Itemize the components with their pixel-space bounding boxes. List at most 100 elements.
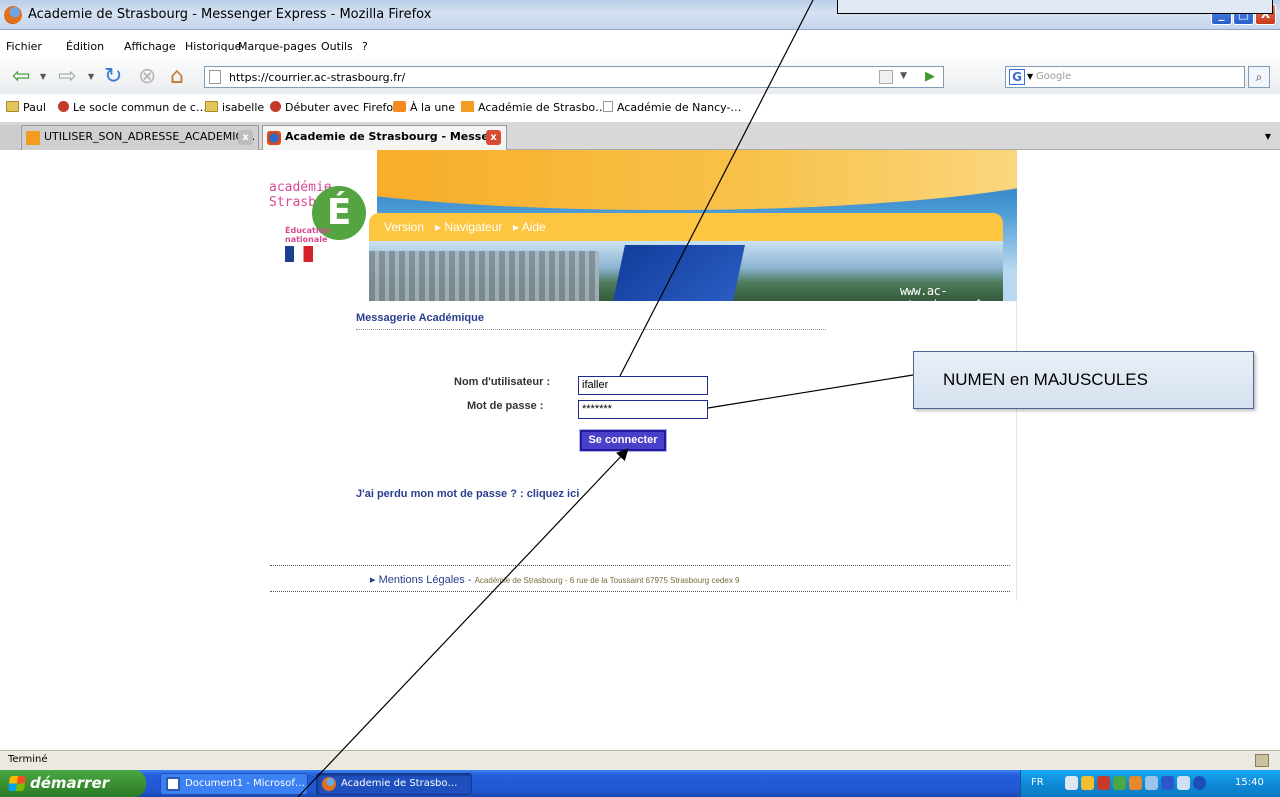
eu-flag — [613, 245, 745, 301]
tab-close-icon[interactable]: x — [486, 130, 501, 145]
tab-scroll-left — [0, 125, 20, 150]
parliament-building — [369, 251, 599, 301]
tab-label: Academie de Strasbourg - Messe… — [285, 130, 500, 143]
folder-icon — [205, 101, 218, 112]
site-identity-icon[interactable] — [879, 70, 893, 84]
page-content: académie Strasbourg É Éducation national… — [0, 150, 1280, 750]
annotation-callout-top — [837, 0, 1273, 14]
education-nationale-label: Éducation nationale — [285, 226, 330, 244]
tab-list-dropdown-icon[interactable]: ▼ — [1258, 126, 1278, 148]
stop-icon[interactable]: ⊗ — [138, 64, 156, 90]
tab-academie-messenger[interactable]: Academie de Strasbourg - Messe… x — [262, 125, 507, 150]
academie-banner: académie Strasbourg É Éducation national… — [267, 150, 1017, 301]
banner-site-url: www.ac-strasbourg.fr — [900, 284, 988, 301]
login-button[interactable]: Se connecter — [579, 429, 667, 452]
bookmarks-toolbar: Paul Le socle commun de c… isabelle Débu… — [0, 97, 1280, 121]
tray-info-icon[interactable] — [1193, 776, 1206, 790]
firefox-icon — [322, 777, 336, 791]
status-security-icon — [1255, 754, 1269, 767]
annotation-numen-text: NUMEN en MAJUSCULES — [943, 370, 1148, 389]
socle-icon — [58, 101, 69, 112]
tab-label: UTILISER_SON_ADRESSE_ACADEMIQ… — [44, 130, 256, 143]
footer-divider — [270, 565, 1010, 566]
tray-hardware-icon[interactable] — [1145, 776, 1158, 790]
back-history-dropdown-icon[interactable]: ▼ — [40, 72, 46, 81]
language-indicator[interactable]: FR — [1031, 777, 1044, 788]
menu-edition[interactable]: Édition — [66, 40, 104, 53]
banner-link-navigateur[interactable]: ▸ Navigateur — [435, 220, 502, 234]
tray-monitor-icon[interactable] — [1161, 776, 1174, 790]
username-field[interactable]: ifaller — [578, 376, 708, 395]
tray-update-icon[interactable] — [1129, 776, 1142, 790]
title-divider — [356, 329, 826, 330]
login-panel: Messagerie Académique Nom d'utilisateur … — [267, 301, 1017, 601]
search-placeholder: Google — [1036, 71, 1072, 82]
menu-fichier[interactable]: Fichier — [6, 40, 42, 53]
mentions-legales-link[interactable]: ▸ Mentions Légales — [370, 574, 465, 586]
tray-users-icon[interactable] — [1097, 776, 1110, 790]
banner-sunset-arc — [267, 150, 1017, 210]
status-bar: Terminé — [0, 750, 1280, 770]
republique-francaise-logo — [285, 246, 313, 262]
academie-icon — [461, 101, 474, 112]
menu-outils[interactable]: Outils — [321, 40, 353, 53]
start-button[interactable]: démarrer — [0, 770, 146, 797]
search-magnifier-icon[interactable]: ⌕ — [1248, 66, 1270, 88]
bookmark-academie-nancy[interactable]: Académie de Nancy-… — [603, 101, 741, 114]
system-tray: FR 15:40 — [1020, 770, 1280, 797]
page-title: Messagerie Académique — [356, 312, 484, 324]
menu-affichage[interactable]: Affichage — [124, 40, 176, 53]
status-text: Terminé — [8, 754, 48, 765]
rss-icon — [393, 101, 406, 112]
annotation-numen-callout: NUMEN en MAJUSCULES — [913, 351, 1254, 409]
password-label: Mot de passe : — [467, 400, 544, 412]
taskbar-item-word[interactable]: Document1 - Microsof… — [160, 773, 308, 795]
go-arrow-icon[interactable]: ▶ — [925, 69, 935, 84]
home-icon[interactable]: ⌂ — [170, 64, 184, 90]
menu-historique[interactable]: Historique — [185, 40, 241, 53]
forward-arrow-icon[interactable]: ⇨ — [58, 64, 76, 90]
tray-shield-icon[interactable] — [1081, 776, 1094, 790]
menu-marque-pages[interactable]: Marque-pages — [238, 40, 316, 53]
menu-help[interactable]: ? — [362, 40, 368, 53]
password-field[interactable]: ******* — [578, 400, 708, 419]
bookmark-isabelle[interactable]: isabelle — [205, 101, 264, 114]
url-bar[interactable]: https://courrier.ac-strasbourg.fr/ ▼ ▶ — [204, 66, 944, 88]
tray-arrow-icon[interactable] — [1065, 776, 1078, 790]
tray-display-icon[interactable] — [1177, 776, 1190, 790]
tab-close-icon[interactable]: x — [238, 130, 253, 145]
bookmark-debuter-firefox[interactable]: Débuter avec Firefox — [270, 101, 399, 114]
firefox-icon — [4, 6, 22, 24]
windows-logo-icon — [7, 776, 27, 791]
bookmark-a-la-une[interactable]: À la une — [393, 101, 455, 114]
page-footer: ▸ Mentions Légales - Académie de Strasbo… — [370, 574, 740, 586]
page-icon — [603, 101, 613, 112]
tab-strip: UTILISER_SON_ADRESSE_ACADEMIQ… x Academi… — [0, 122, 1280, 150]
username-label: Nom d'utilisateur : — [454, 376, 551, 388]
page-icon — [209, 70, 221, 84]
forward-history-dropdown-icon[interactable]: ▼ — [88, 72, 94, 81]
lost-password-link[interactable]: cliquez ici — [527, 488, 580, 500]
url-dropdown-icon[interactable]: ▼ — [900, 71, 907, 81]
bookmark-socle-commun[interactable]: Le socle commun de c… — [58, 101, 207, 114]
reload-icon[interactable]: ↻ — [104, 64, 122, 90]
folder-icon — [6, 101, 19, 112]
url-text[interactable]: https://courrier.ac-strasbourg.fr/ — [229, 71, 405, 84]
navigation-toolbar: ⇦ ▼ ⇨ ▼ ↻ ⊗ ⌂ https://courrier.ac-strasb… — [0, 60, 1280, 94]
browser-window: Academie de Strasbourg - Messenger Expre… — [0, 0, 1280, 797]
back-arrow-icon[interactable]: ⇦ — [12, 64, 30, 90]
search-input[interactable]: G ▼ Google — [1005, 66, 1245, 88]
footer-divider — [270, 591, 1010, 592]
tray-network-icon[interactable] — [1113, 776, 1126, 790]
word-icon — [166, 777, 180, 791]
bookmark-academie-strasbourg[interactable]: Académie de Strasbo… — [461, 101, 606, 114]
taskbar-item-firefox[interactable]: Academie de Strasbo… — [316, 773, 472, 795]
search-engine-dropdown-icon[interactable]: ▼ — [1027, 72, 1033, 81]
windows-taskbar: démarrer Document1 - Microsof… Academie … — [0, 770, 1280, 797]
tab-utiliser-adresse[interactable]: UTILISER_SON_ADRESSE_ACADEMIQ… x — [21, 125, 259, 150]
search-engine-icon[interactable]: G — [1009, 69, 1025, 85]
lost-password-text: J'ai perdu mon mot de passe ? : cliquez … — [356, 488, 580, 500]
banner-link-aide[interactable]: ▸ Aide — [513, 220, 546, 234]
banner-link-version[interactable]: Version — [384, 220, 424, 234]
bookmark-paul[interactable]: Paul — [6, 101, 46, 114]
